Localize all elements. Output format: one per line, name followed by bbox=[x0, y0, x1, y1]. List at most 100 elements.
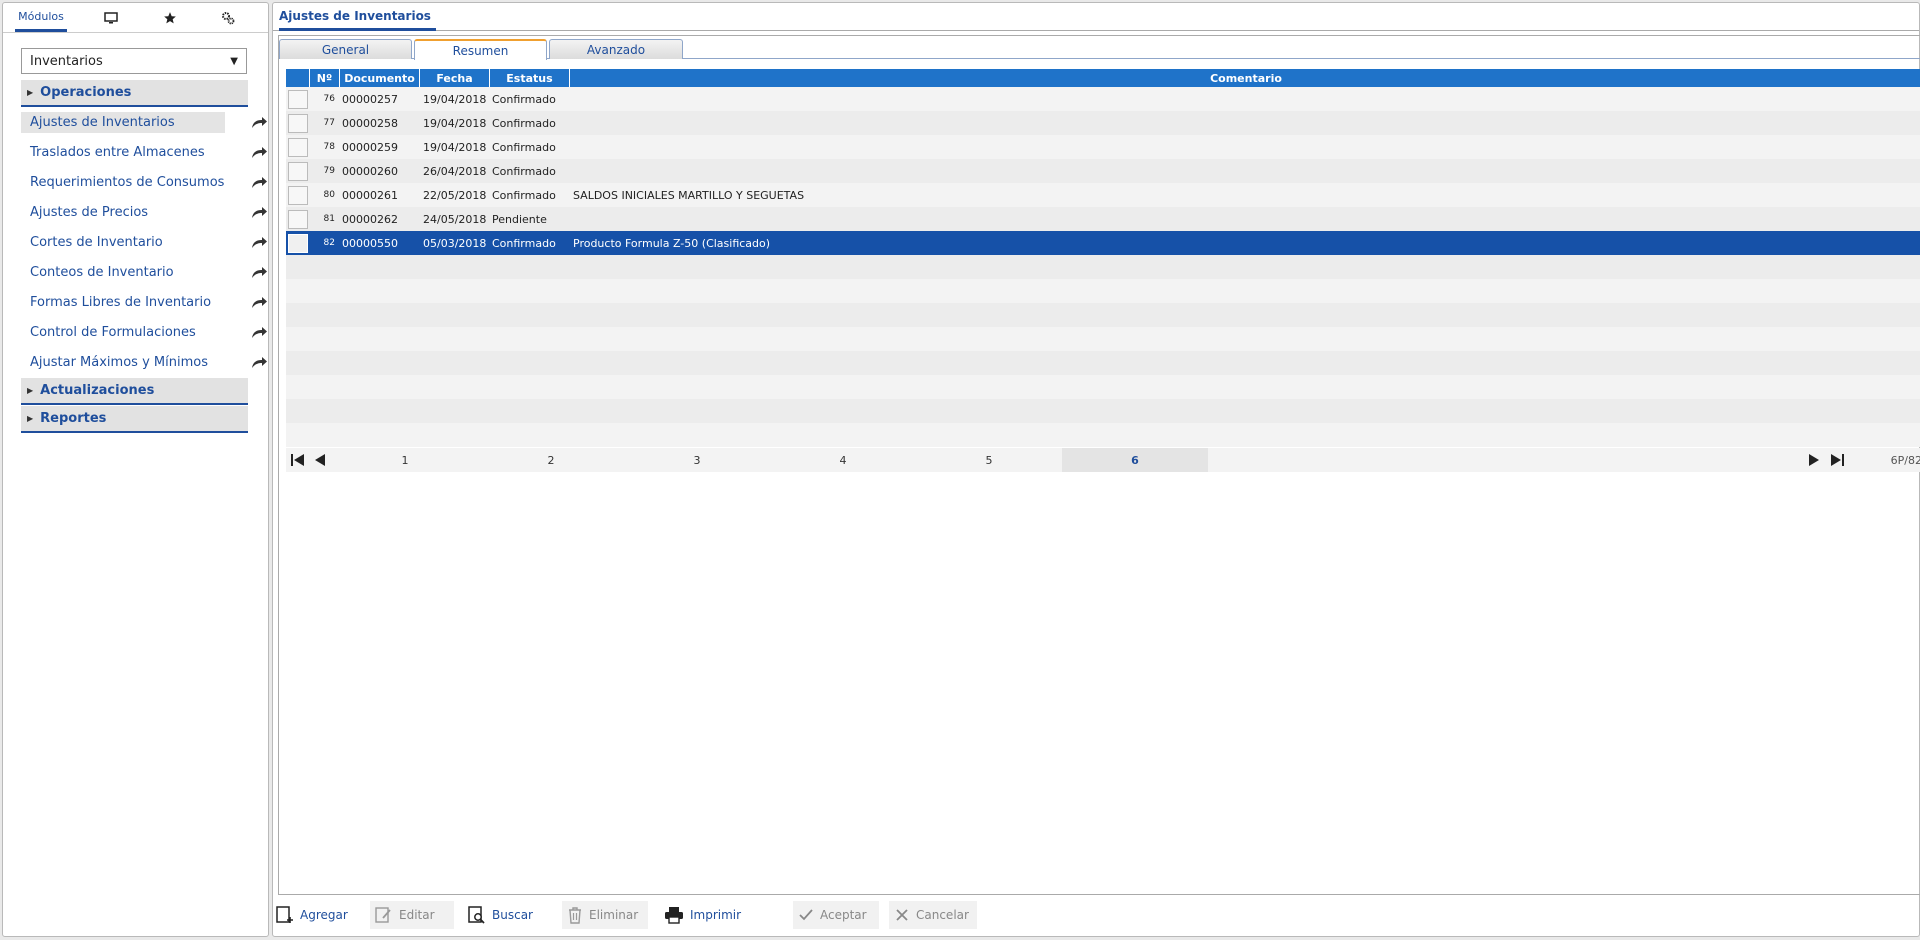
tab-modulos-label: Módulos bbox=[18, 9, 64, 23]
cell-n: 81 bbox=[323, 214, 335, 224]
title-bar: Ajustes de Inventarios bbox=[273, 3, 1919, 31]
cell-comentario bbox=[570, 207, 1920, 231]
main-panel: Ajustes de Inventarios General Resumen A… bbox=[272, 2, 1920, 937]
add-document-icon bbox=[276, 906, 293, 923]
editar-button[interactable]: Editar bbox=[370, 901, 454, 929]
row-select-cell bbox=[286, 87, 310, 111]
cell-estatus: Confirmado bbox=[492, 188, 556, 202]
cell-fecha: 05/03/2018 bbox=[423, 236, 487, 250]
agregar-label: Agregar bbox=[300, 908, 348, 922]
share-arrow-icon[interactable] bbox=[250, 325, 268, 339]
sidebar-item-label: Ajustar Máximos y Mínimos bbox=[30, 354, 208, 370]
sidebar-item[interactable]: Conteos de Inventario bbox=[21, 260, 268, 284]
row-select-cell bbox=[286, 207, 310, 231]
sidebar-item-label: Cortes de Inventario bbox=[30, 234, 163, 250]
cell-doc: 00000259 bbox=[342, 140, 398, 154]
tab-modulos[interactable]: Módulos bbox=[15, 3, 67, 32]
cell-doc: 00000550 bbox=[342, 236, 398, 250]
sidebar-item[interactable]: Control de Formulaciones bbox=[21, 320, 268, 344]
section-actualizaciones[interactable]: ▶ Actualizaciones bbox=[21, 378, 248, 405]
cancelar-button[interactable]: Cancelar bbox=[889, 901, 977, 929]
next-page-icon[interactable] bbox=[1806, 452, 1822, 468]
monitor-icon bbox=[104, 11, 118, 23]
empty-row bbox=[286, 351, 1920, 375]
tab-monitor[interactable] bbox=[96, 3, 126, 32]
sidebar-item[interactable]: Requerimientos de Consumos bbox=[21, 170, 268, 194]
cell-doc: 00000260 bbox=[342, 164, 398, 178]
cancelar-label: Cancelar bbox=[916, 908, 969, 922]
close-icon bbox=[896, 909, 908, 921]
sidebar-item[interactable]: Cortes de Inventario bbox=[21, 230, 268, 254]
sidebar-item[interactable]: Ajustes de Inventarios bbox=[21, 110, 268, 134]
cell-doc: 00000261 bbox=[342, 188, 398, 202]
sidebar-item[interactable]: Formas Libres de Inventario bbox=[21, 290, 268, 314]
share-arrow-icon[interactable] bbox=[250, 145, 268, 159]
share-arrow-icon[interactable] bbox=[250, 355, 268, 369]
row-select-cell bbox=[286, 135, 310, 159]
last-page-icon[interactable] bbox=[1829, 452, 1845, 468]
table-row[interactable]: 80 00000261 22/05/2018 Confirmado SALDOS INI… bbox=[286, 183, 1920, 207]
row-checkbox[interactable] bbox=[288, 161, 308, 181]
cell-n: 82 bbox=[323, 238, 335, 248]
tab-resumen[interactable]: Resumen bbox=[414, 39, 547, 60]
cell-doc: 00000257 bbox=[342, 92, 398, 106]
section-reportes[interactable]: ▶ Reportes bbox=[21, 406, 248, 433]
buscar-button[interactable]: Buscar bbox=[468, 901, 540, 929]
row-checkbox[interactable] bbox=[288, 209, 308, 229]
cell-n: 79 bbox=[323, 166, 335, 176]
row-checkbox[interactable] bbox=[288, 137, 308, 157]
share-arrow-icon[interactable] bbox=[250, 235, 268, 249]
row-checkbox[interactable] bbox=[288, 233, 308, 253]
sidebar: Módulos Inventarios ▼ ▶ Operaciones Ajus… bbox=[2, 2, 269, 937]
header-comentario: Comentario bbox=[1210, 71, 1282, 85]
page-link[interactable]: 1 bbox=[332, 448, 478, 472]
table-row[interactable]: 81 00000262 24/05/2018 Pendiente bbox=[286, 207, 1920, 231]
cell-fecha: 19/04/2018 bbox=[423, 140, 487, 154]
imprimir-button[interactable]: Imprimir bbox=[664, 901, 744, 929]
tab-avanzado[interactable]: Avanzado bbox=[549, 39, 683, 59]
module-select[interactable]: Inventarios ▼ bbox=[21, 48, 247, 74]
sidebar-item[interactable]: Traslados entre Almacenes bbox=[21, 140, 268, 164]
empty-row bbox=[286, 303, 1920, 327]
first-page-icon[interactable] bbox=[290, 452, 306, 468]
empty-row bbox=[286, 423, 1920, 447]
share-arrow-icon[interactable] bbox=[250, 265, 268, 279]
prev-page-icon[interactable] bbox=[312, 452, 328, 468]
agregar-button[interactable]: Agregar bbox=[276, 901, 348, 929]
row-checkbox[interactable] bbox=[288, 113, 308, 133]
table-row[interactable]: 82 00000550 05/03/2018 Confirmado Producto F… bbox=[286, 231, 1920, 255]
table-row[interactable]: 79 00000260 26/04/2018 Confirmado bbox=[286, 159, 1920, 183]
table-row[interactable]: 76 00000257 19/04/2018 Confirmado bbox=[286, 87, 1920, 111]
share-arrow-icon[interactable] bbox=[250, 295, 268, 309]
share-arrow-icon[interactable] bbox=[250, 175, 268, 189]
cell-comentario: SALDOS INICIALES MARTILLO Y SEGUETAS bbox=[573, 188, 805, 202]
tab-favorites[interactable] bbox=[155, 3, 185, 32]
aceptar-button[interactable]: Aceptar bbox=[793, 901, 879, 929]
eliminar-button[interactable]: Eliminar bbox=[562, 901, 648, 929]
sidebar-item[interactable]: Ajustar Máximos y Mínimos bbox=[21, 350, 268, 374]
header-estatus: Estatus bbox=[490, 69, 570, 87]
share-arrow-icon[interactable] bbox=[250, 115, 268, 129]
eliminar-label: Eliminar bbox=[589, 908, 639, 922]
page-link[interactable]: 3 bbox=[624, 448, 770, 472]
table-row[interactable]: 78 00000259 19/04/2018 Confirmado bbox=[286, 135, 1920, 159]
cell-estatus: Confirmado bbox=[492, 140, 556, 154]
cell-fecha: 19/04/2018 bbox=[423, 116, 487, 130]
row-select-cell bbox=[286, 183, 310, 207]
star-icon bbox=[164, 11, 176, 23]
page-link[interactable]: 4 bbox=[770, 448, 916, 472]
row-checkbox[interactable] bbox=[288, 89, 308, 109]
section-operaciones[interactable]: ▶ Operaciones bbox=[21, 80, 248, 107]
tab-general[interactable]: General bbox=[279, 39, 412, 59]
page-link[interactable]: 6 bbox=[1062, 448, 1208, 472]
cell-fecha: 24/05/2018 bbox=[423, 212, 487, 226]
share-arrow-icon[interactable] bbox=[250, 205, 268, 219]
page-link[interactable]: 5 bbox=[916, 448, 1062, 472]
page-link[interactable]: 2 bbox=[478, 448, 624, 472]
sidebar-item[interactable]: Ajustes de Precios bbox=[21, 200, 268, 224]
row-checkbox[interactable] bbox=[288, 185, 308, 205]
tab-settings[interactable] bbox=[213, 3, 243, 32]
cell-doc: 00000262 bbox=[342, 212, 398, 226]
table-row[interactable]: 77 00000258 19/04/2018 Confirmado bbox=[286, 111, 1920, 135]
row-select-cell bbox=[286, 231, 310, 255]
